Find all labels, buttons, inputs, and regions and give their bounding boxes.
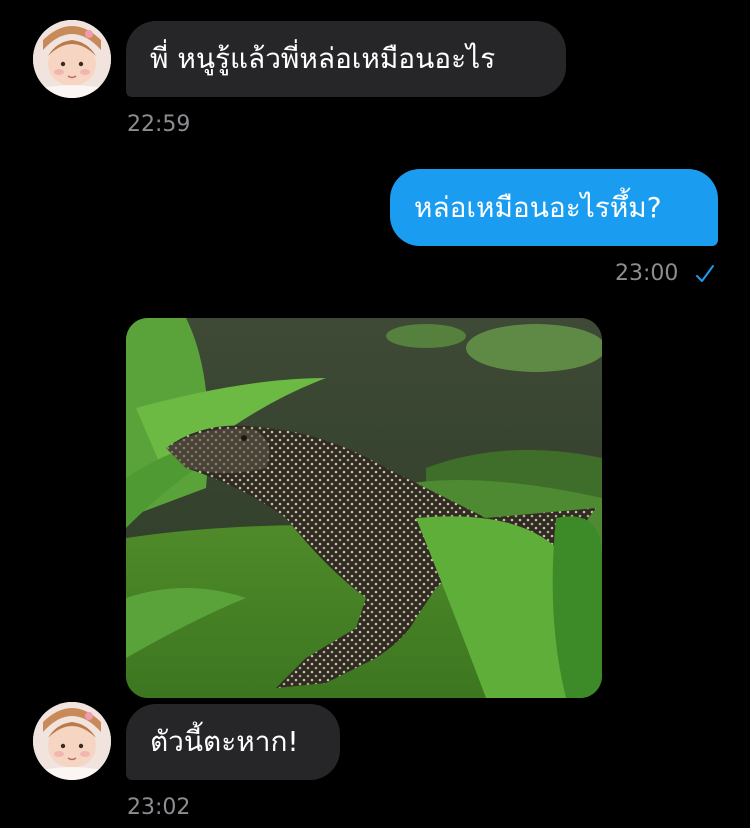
avatar-photo [33,702,111,780]
avatar-photo [33,20,111,98]
message-bubble-outgoing[interactable]: หล่อเหมือนอะไรหึ้ม? [390,169,718,246]
message-bubble-incoming[interactable]: ตัวนี้ตะหาก! [126,704,340,780]
message-timestamp: 23:02 [127,795,191,820]
contact-avatar[interactable] [33,702,111,780]
message-bubble-incoming[interactable]: พี่ หนูรู้แล้วพี่หล่อเหมือนอะไร [126,21,566,97]
contact-avatar[interactable] [33,20,111,98]
monitor-lizard-photo [126,318,602,698]
message-text: พี่ หนูรู้แล้วพี่หล่อเหมือนอะไร [150,42,496,75]
message-text: ตัวนี้ตะหาก! [150,725,299,758]
message-image[interactable] [126,318,602,698]
message-timestamp: 23:00 [615,261,679,286]
check-icon [696,265,714,282]
message-text: หล่อเหมือนอะไรหึ้ม? [414,191,662,224]
message-timestamp: 22:59 [127,112,191,137]
